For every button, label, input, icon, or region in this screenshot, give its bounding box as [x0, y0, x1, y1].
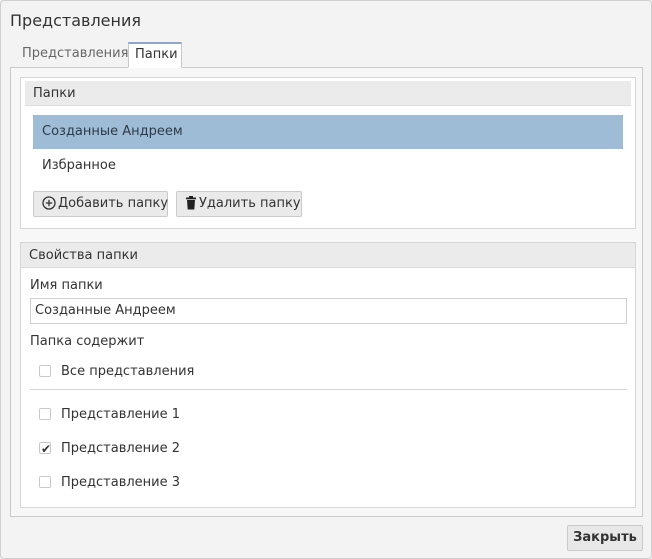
tab-panel-folders: Папки Созданные Андреем Избранное Добави… — [10, 67, 643, 517]
plus-circle-icon — [42, 195, 56, 210]
view-2-label: Представление 2 — [61, 441, 181, 456]
folder-item[interactable]: Созданные Андреем — [33, 115, 623, 149]
delete-folder-button[interactable]: Удалить папку — [176, 191, 302, 217]
add-folder-label: Добавить папку — [58, 196, 169, 211]
folder-properties-group: Свойства папки Имя папки Созданные Андре… — [20, 242, 636, 508]
checkbox-box[interactable]: ✔ — [39, 442, 51, 456]
close-button[interactable]: Закрыть — [567, 525, 643, 551]
tab-folders[interactable]: Папки — [128, 42, 182, 68]
view-3-label: Представление 3 — [61, 475, 181, 490]
dialog-title: Представления — [10, 11, 141, 30]
tab-views[interactable]: Представления — [16, 42, 129, 66]
checkbox-box[interactable] — [39, 408, 51, 420]
view-1-label: Представление 1 — [61, 407, 181, 422]
add-folder-button[interactable]: Добавить папку — [33, 191, 168, 217]
folder-name-field[interactable]: Созданные Андреем — [30, 298, 627, 324]
folder-name-label: Имя папки — [30, 278, 103, 293]
views-dialog: Представления Представления Папки Папки … — [0, 0, 652, 559]
check-icon: ✔ — [41, 442, 52, 456]
folders-group: Папки Созданные Андреем Избранное Добави… — [20, 77, 636, 229]
trash-icon — [186, 195, 196, 209]
checkbox-box[interactable] — [39, 476, 51, 488]
divider — [30, 389, 627, 390]
folders-group-header: Папки — [25, 81, 631, 106]
all-views-label: Все представления — [61, 364, 195, 379]
checkbox-box[interactable] — [39, 365, 51, 377]
properties-group-header: Свойства папки — [21, 243, 635, 268]
folder-item[interactable]: Избранное — [33, 149, 623, 183]
folder-contains-label: Папка содержит — [30, 334, 145, 349]
delete-folder-label: Удалить папку — [199, 196, 301, 211]
